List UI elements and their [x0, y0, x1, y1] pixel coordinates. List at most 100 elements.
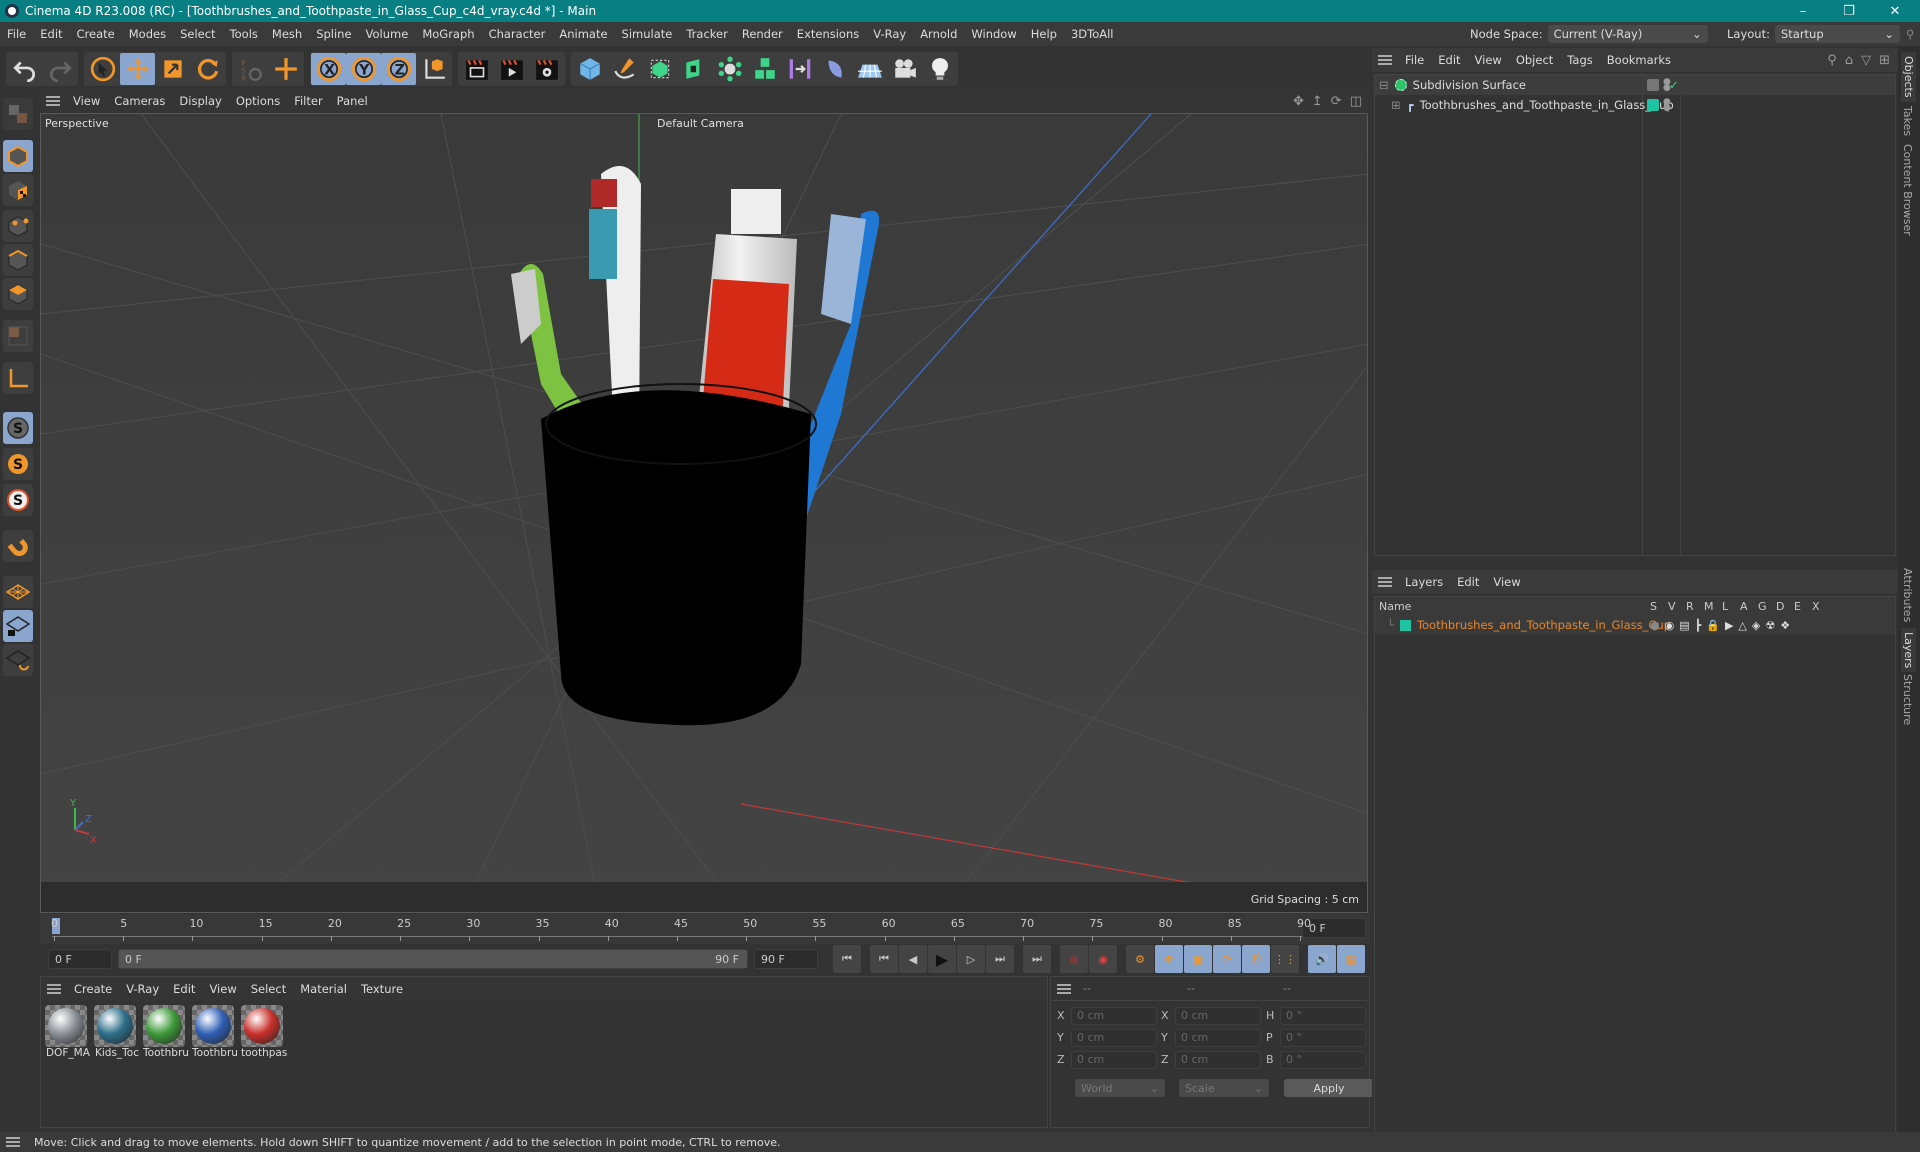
menu-arnold[interactable]: Arnold	[913, 27, 964, 41]
rotate-view-icon[interactable]: ⟳	[1331, 94, 1342, 109]
layer-column-l[interactable]: L	[1722, 600, 1728, 613]
object-menu-bookmarks[interactable]: Bookmarks	[1600, 53, 1678, 67]
material-swatch[interactable]: Toothbru	[143, 1005, 189, 1063]
material-menu-create[interactable]: Create	[67, 982, 119, 996]
menu-v-ray[interactable]: V-Ray	[866, 27, 913, 41]
move-view-icon[interactable]: ✥	[1293, 94, 1304, 109]
start-frame-field[interactable]: 0 F	[48, 949, 112, 969]
tab-takes[interactable]: Takes	[1901, 106, 1914, 136]
search-icon[interactable]: ⚲	[1827, 53, 1837, 68]
menu-help[interactable]: Help	[1024, 27, 1064, 41]
pen-spline-button[interactable]	[607, 53, 642, 85]
layer-color-tag[interactable]	[1647, 99, 1659, 111]
menu-tracker[interactable]: Tracker	[679, 27, 735, 41]
layer-row[interactable]: └ Toothbrushes_and_Toothpaste_in_Glass_C…	[1375, 615, 1895, 635]
redo-button[interactable]	[42, 53, 77, 85]
tab-layers[interactable]: Layers	[1901, 628, 1916, 673]
y-axis-lock-button[interactable]: Y	[346, 53, 381, 85]
previous-frame-button[interactable]: ◀	[899, 945, 927, 973]
xref-toggle-icon[interactable]: ❖	[1780, 619, 1790, 632]
layer-menu-view[interactable]: View	[1486, 575, 1527, 589]
key-position-button[interactable]: ✥	[1155, 945, 1183, 973]
layer-column-r[interactable]: R	[1686, 600, 1694, 613]
menu-animate[interactable]: Animate	[552, 27, 614, 41]
material-swatch[interactable]: Kids_Toc	[94, 1005, 139, 1063]
object-menu-object[interactable]: Object	[1509, 53, 1560, 67]
array-button[interactable]	[712, 53, 747, 85]
edge-mode-button[interactable]	[3, 244, 33, 276]
go-to-end-button[interactable]: ⏭	[1023, 945, 1051, 973]
object-row-toothbrushes[interactable]: ⊞ ┏ Toothbrushes_and_Toothpaste_in_Glass…	[1375, 95, 1895, 115]
end-frame-field[interactable]: 90 F	[754, 949, 818, 969]
layer-column-g[interactable]: G	[1758, 600, 1767, 613]
menu-mograph[interactable]: MoGraph	[415, 27, 481, 41]
layer-column-a[interactable]: A	[1740, 600, 1748, 613]
key-rotation-button[interactable]: ⟳	[1213, 945, 1241, 973]
menu-character[interactable]: Character	[482, 27, 553, 41]
viewport-menu-cameras[interactable]: Cameras	[107, 94, 172, 108]
apply-button[interactable]: Apply	[1284, 1079, 1374, 1097]
menu-extensions[interactable]: Extensions	[790, 27, 866, 41]
visibility-dots-icon[interactable]: ● ●	[1663, 98, 1671, 113]
layer-column-name[interactable]: Name	[1379, 600, 1411, 613]
layer-column-m[interactable]: M	[1704, 600, 1714, 613]
object-menu-tags[interactable]: Tags	[1560, 53, 1599, 67]
tab-attributes[interactable]: Attributes	[1901, 568, 1914, 622]
render-view-button[interactable]	[459, 53, 494, 85]
menu-render[interactable]: Render	[735, 27, 790, 41]
menu-mesh[interactable]: Mesh	[265, 27, 309, 41]
close-button[interactable]: ✕	[1872, 0, 1918, 22]
hamburger-menu-icon[interactable]	[1378, 577, 1392, 587]
coord-field[interactable]: 0 °	[1280, 1051, 1366, 1069]
menu-tools[interactable]: Tools	[223, 27, 265, 41]
camera-button[interactable]	[887, 53, 922, 85]
move-axis-button[interactable]	[268, 53, 303, 85]
hamburger-menu-icon[interactable]	[6, 1137, 20, 1147]
material-menu-texture[interactable]: Texture	[354, 982, 410, 996]
menu-3dtoall[interactable]: 3DToAll	[1064, 27, 1121, 41]
light-button[interactable]	[922, 53, 957, 85]
key-pla-button[interactable]: ⋮⋮	[1271, 945, 1299, 973]
material-menu-view[interactable]: View	[202, 982, 243, 996]
solo-button[interactable]: S	[3, 484, 33, 516]
material-swatch[interactable]: toothpas	[241, 1005, 287, 1063]
layer-name[interactable]: Toothbrushes_and_Toothpaste_in_Glass_Cup	[1417, 618, 1671, 632]
menu-modes[interactable]: Modes	[122, 27, 173, 41]
keyframe-selection-button[interactable]: ⚙	[1126, 945, 1154, 973]
layer-column-v[interactable]: V	[1668, 600, 1676, 613]
object-menu-edit[interactable]: Edit	[1431, 53, 1467, 67]
z-axis-lock-button[interactable]: Z	[381, 53, 416, 85]
new-window-icon[interactable]: ⊞	[1879, 53, 1890, 68]
x-axis-lock-button[interactable]: X	[311, 53, 346, 85]
extrude-button[interactable]	[677, 53, 712, 85]
select-tool-button[interactable]	[85, 53, 120, 85]
material-menu-material[interactable]: Material	[293, 982, 354, 996]
viewport-menu-panel[interactable]: Panel	[330, 94, 375, 108]
material-swatch[interactable]: Toothbru	[192, 1005, 238, 1063]
cube-primitive-button[interactable]	[572, 53, 607, 85]
psr-button[interactable]: PSR	[233, 53, 268, 85]
play-button[interactable]: ▶	[928, 945, 956, 973]
material-menu-select[interactable]: Select	[244, 982, 293, 996]
layer-column-x[interactable]: X	[1812, 600, 1820, 613]
coord-field[interactable]: 0 cm	[1175, 1029, 1261, 1047]
undo-button[interactable]	[7, 53, 42, 85]
axis-mode-button[interactable]	[3, 362, 33, 394]
workplane-rotate-button[interactable]	[3, 644, 33, 676]
tab-structure[interactable]: Structure	[1901, 674, 1914, 725]
toggle-layout-icon[interactable]: ◫	[1350, 94, 1362, 109]
floor-button[interactable]	[852, 53, 887, 85]
mograph-cloner-button[interactable]	[747, 53, 782, 85]
expressions-toggle-icon[interactable]: ☢	[1765, 619, 1775, 632]
material-menu-v-ray[interactable]: V-Ray	[119, 982, 166, 996]
minimize-button[interactable]: –	[1780, 0, 1826, 22]
deformers-toggle-icon[interactable]: ◈	[1752, 619, 1760, 632]
tab-objects[interactable]: Objects	[1901, 52, 1916, 102]
sound-button[interactable]: 🔊	[1308, 945, 1336, 973]
viewport-menu-display[interactable]: Display	[172, 94, 228, 108]
go-to-start-button[interactable]: ⏮	[833, 945, 861, 973]
viewport-menu-view[interactable]: View	[66, 94, 107, 108]
viewport-menu-options[interactable]: Options	[229, 94, 287, 108]
next-frame-button[interactable]: ▷	[957, 945, 985, 973]
point-mode-button[interactable]	[3, 210, 33, 242]
